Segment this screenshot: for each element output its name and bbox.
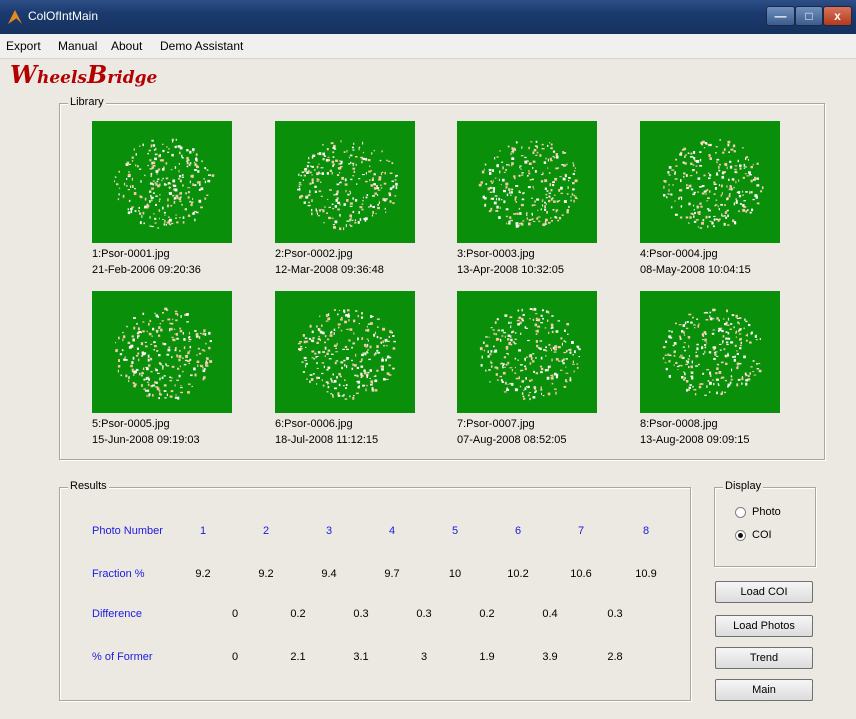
difference-cell: 0 (231, 608, 239, 620)
menu-bar: Export Manual About Demo Assistant (0, 34, 856, 59)
photo-thumbnail-7[interactable] (457, 291, 597, 413)
photo-name: 8:Psor-0008.jpg (640, 418, 718, 430)
difference-cell: 0.2 (290, 608, 306, 620)
coi-speckle-image (663, 139, 764, 229)
display-panel: Display (714, 480, 816, 567)
photo-name: 7:Psor-0007.jpg (457, 418, 535, 430)
photo-number-cell: 4 (388, 525, 396, 537)
results-label: Results (68, 480, 109, 492)
difference-cell: 0.2 (479, 608, 495, 620)
photo-thumbnail-5[interactable] (92, 291, 232, 413)
photo-number-cell: 5 (451, 525, 459, 537)
photo-date: 21-Feb-2006 09:20:36 (92, 264, 201, 276)
photo-thumbnail-3[interactable] (457, 121, 597, 243)
pct-former-cell: 3 (420, 651, 428, 663)
pct-former-cell: 2.1 (290, 651, 306, 663)
window-title: ColOfIntMain (28, 9, 99, 23)
photo-radio-label[interactable]: Photo (752, 506, 781, 518)
photo-name: 2:Psor-0002.jpg (275, 248, 353, 260)
trend-button[interactable]: Trend (715, 647, 813, 669)
close-button[interactable]: x (823, 6, 852, 26)
coi-radio-label[interactable]: COI (752, 529, 772, 541)
photo-date: 08-May-2008 10:04:15 (640, 264, 751, 276)
photo-thumbnail-8[interactable] (640, 291, 780, 413)
photo-name: 4:Psor-0004.jpg (640, 248, 718, 260)
photo-number-cell: 2 (262, 525, 270, 537)
pct-former-cell: 3.9 (542, 651, 558, 663)
photo-name: 1:Psor-0001.jpg (92, 248, 170, 260)
coi-speckle-image (115, 307, 213, 400)
fraction-cell: 9.7 (384, 568, 400, 580)
photo-radio[interactable] (735, 507, 746, 518)
row-label-difference: Difference (92, 608, 142, 620)
fraction-cell: 9.2 (258, 568, 274, 580)
photo-name: 6:Psor-0006.jpg (275, 418, 353, 430)
menu-export[interactable]: Export (6, 39, 41, 53)
photo-date: 13-Apr-2008 10:32:05 (457, 264, 565, 276)
results-panel: Results (59, 480, 691, 701)
library-label: Library (68, 96, 106, 108)
menu-manual[interactable]: Manual (58, 39, 97, 53)
main-button[interactable]: Main (715, 679, 813, 701)
photo-thumbnail-6[interactable] (275, 291, 415, 413)
fraction-cell: 10.2 (507, 568, 529, 580)
coi-radio[interactable] (735, 530, 746, 541)
minimize-button[interactable]: — (766, 6, 795, 26)
photo-thumbnail-4[interactable] (640, 121, 780, 243)
menu-about[interactable]: About (111, 39, 142, 53)
pct-former-cell: 1.9 (479, 651, 495, 663)
pct-former-cell: 2.8 (607, 651, 623, 663)
fraction-cell: 9.2 (195, 568, 211, 580)
row-label-photo-number: Photo Number (92, 525, 163, 537)
load-photos-button[interactable]: Load Photos (715, 615, 813, 637)
row-label-pct-former: % of Former (92, 651, 153, 663)
fraction-cell: 10 (448, 568, 462, 580)
display-label: Display (723, 480, 764, 492)
coi-speckle-image (662, 308, 762, 396)
coi-speckle-image (114, 138, 215, 229)
photo-date: 12-Mar-2008 09:36:48 (275, 264, 384, 276)
photo-number-cell: 8 (642, 525, 650, 537)
photo-date: 13-Aug-2008 09:09:15 (640, 434, 750, 446)
difference-cell: 0.3 (607, 608, 623, 620)
photo-date: 15-Jun-2008 09:19:03 (92, 434, 200, 446)
fraction-cell: 10.6 (570, 568, 592, 580)
photo-name: 3:Psor-0003.jpg (457, 248, 535, 260)
photo-date: 18-Jul-2008 11:12:15 (275, 434, 379, 446)
fraction-cell: 9.4 (321, 568, 337, 580)
row-label-fraction: Fraction % (92, 568, 145, 580)
coi-speckle-image (297, 140, 398, 231)
maximize-button[interactable]: □ (795, 6, 823, 26)
difference-cell: 0.4 (542, 608, 558, 620)
pct-former-cell: 3.1 (353, 651, 369, 663)
fraction-cell: 10.9 (635, 568, 657, 580)
load-coi-button[interactable]: Load COI (715, 581, 813, 603)
photo-thumbnail-2[interactable] (275, 121, 415, 243)
wheelsbridge-logo: WheelsBridge (10, 60, 158, 89)
photo-name: 5:Psor-0005.jpg (92, 418, 170, 430)
photo-number-cell: 1 (199, 525, 207, 537)
title-bar: ColOfIntMain — □ x (0, 0, 856, 34)
coi-speckle-image (478, 140, 578, 228)
coi-speckle-image (297, 309, 396, 400)
photo-number-cell: 6 (514, 525, 522, 537)
photo-number-cell: 7 (577, 525, 585, 537)
menu-demo-assistant[interactable]: Demo Assistant (160, 39, 243, 53)
difference-cell: 0.3 (416, 608, 432, 620)
difference-cell: 0.3 (353, 608, 369, 620)
photo-date: 07-Aug-2008 08:52:05 (457, 434, 567, 446)
matlab-icon (8, 10, 22, 24)
photo-thumbnail-1[interactable] (92, 121, 232, 243)
photo-number-cell: 3 (325, 525, 333, 537)
pct-former-cell: 0 (231, 651, 239, 663)
coi-speckle-image (479, 307, 581, 401)
